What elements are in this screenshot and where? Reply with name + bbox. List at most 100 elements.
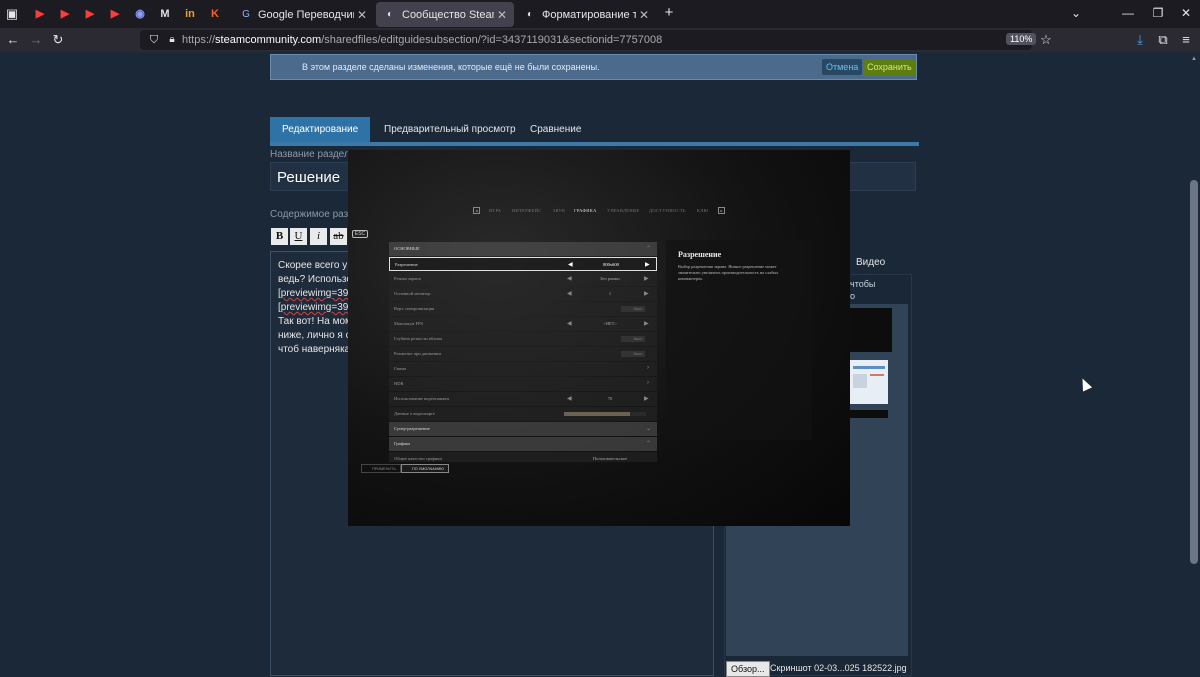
next-key-icon: ▸ — [718, 207, 725, 214]
italic-button[interactable]: i — [310, 228, 327, 245]
tab-compare[interactable]: Сравнение — [518, 118, 594, 142]
settings-row-label: Использование видеопамяти — [394, 396, 449, 401]
lock-icon[interactable]: 🔒︎ — [164, 32, 180, 48]
scroll-up-icon[interactable]: ▲ — [1191, 56, 1197, 62]
settings-row: Использование видеопамяти ◀ 70 ▶ — [389, 392, 657, 406]
bold-button[interactable]: B — [271, 228, 288, 245]
firefox-view-icon[interactable]: ▣ — [4, 6, 20, 22]
image-thumbnail[interactable] — [850, 410, 888, 418]
browse-button[interactable]: Обзор... — [726, 661, 770, 677]
new-tab-button[interactable]: + — [661, 4, 677, 21]
editor-line: ведь? Использо — [278, 274, 352, 285]
tab-text-formatting[interactable]: ◐ Форматирование текста ✕ — [516, 2, 656, 27]
underline-button[interactable]: U — [290, 228, 307, 245]
shield-icon[interactable]: ⛉ — [146, 32, 162, 48]
zoom-level-badge[interactable]: 110% — [1006, 33, 1037, 45]
browser-chrome: ▣ ▶ ▶ ▶ ▶ ◉ M in K G Google Переводчик ✕… — [0, 0, 1200, 52]
tab-label: Google Переводчик — [258, 8, 354, 21]
game-menu-tab: ИНТЕРФЕЙС — [512, 208, 542, 213]
lightbox-close-button[interactable]: ESC — [352, 230, 368, 238]
editor-line: [previewimg=398 — [278, 302, 354, 313]
settings-row-label: Разрешение — [395, 262, 418, 267]
tab-list-chevron-icon[interactable]: ⌄ — [1068, 6, 1084, 20]
arrow-right-icon: ▶ — [644, 276, 649, 282]
game-menu-tab: КЛЮ — [697, 208, 709, 213]
arrow-left-icon: ◀ — [567, 291, 572, 297]
menu-icon[interactable]: ≡ — [1178, 32, 1194, 48]
extensions-icon[interactable]: ⧉ — [1155, 32, 1171, 48]
content-label: Содержимое разд — [270, 209, 354, 220]
settings-row: Супер-разрешение ⌄ — [389, 422, 657, 436]
close-icon[interactable]: ✕ — [354, 8, 370, 22]
pinned-tab-youtube[interactable]: ▶ — [107, 6, 123, 22]
setting-description-text: Выбор разрешения экрана. Низкое разрешен… — [678, 264, 779, 281]
steam-page: В этом разделе сделаны изменения, которы… — [0, 52, 1188, 677]
back-arrow-icon[interactable]: ← — [5, 32, 21, 48]
settings-row-label: Основной монитор — [394, 291, 431, 296]
settings-row-value: <НЕТ> — [603, 321, 617, 326]
settings-row: Разрешение ◀ 800x600 ▶ — [389, 257, 657, 271]
page-scrollbar[interactable]: ▲ — [1188, 52, 1200, 676]
arrow-right-icon: ▶ — [645, 262, 650, 268]
bookmark-star-icon[interactable]: ☆ — [1038, 32, 1054, 48]
strikethrough-button[interactable]: ab — [330, 228, 347, 245]
chevron-up-icon: ⌃ — [646, 441, 652, 447]
settings-toggle: Выкл. — [621, 351, 645, 357]
editor-text: [previewimg=398 — [278, 288, 354, 299]
setting-description-panel: Разрешение Выбор разрешения экрана. Низк… — [666, 240, 812, 440]
image-preview-lightbox[interactable]: ◂ ИГРА ИНТЕРФЕЙС ЗВУК ГРАФИКА УПРАВЛЕНИЕ… — [348, 150, 850, 526]
editor-line: ниже, лично я с — [278, 330, 351, 341]
url-path: /sharedfiles/editguidesubsection/?id=343… — [321, 34, 663, 46]
settings-row-label: Верт. синхронизация — [394, 306, 435, 311]
tab-video[interactable]: Видео — [850, 252, 892, 274]
pinned-tab-linkedin[interactable]: in — [182, 6, 198, 22]
settings-row: Основной монитор ◀ 1 ▶ — [389, 287, 657, 301]
arrow-left-icon: ◀ — [567, 321, 572, 327]
tab-bar: ▣ ▶ ▶ ▶ ▶ ◉ M in K G Google Переводчик ✕… — [0, 0, 1200, 28]
url-host: steamcommunity.com — [215, 34, 322, 46]
side-panel-text: о — [850, 291, 856, 301]
forward-arrow-icon[interactable]: → — [28, 32, 44, 48]
settings-row-label: Общее качество графики — [394, 456, 442, 461]
tab-steam-community[interactable]: ◐ Сообщество Steam :: Редактир ✕ — [376, 2, 514, 27]
minimize-button[interactable]: — — [1120, 6, 1136, 20]
tab-edit[interactable]: Редактирование — [270, 117, 371, 143]
tab-preview[interactable]: Предварительный просмотр — [372, 118, 528, 142]
settings-row-value: 1 — [608, 291, 612, 296]
settings-row: Данные о видеокарте — [389, 407, 657, 421]
url-bar[interactable]: ⛉ 🔒︎ https://steamcommunity.com/sharedfi… — [140, 30, 1052, 50]
image-thumbnail[interactable] — [850, 308, 892, 352]
restore-button[interactable]: ❐ — [1150, 6, 1166, 20]
settings-row-label: Размытие при движении — [394, 351, 441, 356]
chevron-down-icon: ⌄ — [646, 426, 652, 432]
settings-toggle: Выкл. — [621, 306, 645, 312]
cancel-button[interactable]: Отмена — [822, 59, 863, 75]
pinned-tab-app[interactable]: K — [207, 6, 223, 22]
pinned-tab-youtube[interactable]: ▶ — [32, 6, 48, 22]
thumbnail-detail — [853, 374, 867, 388]
settings-row: ОСНОВНЫЕ ⌃ — [389, 242, 657, 256]
image-thumbnail[interactable] — [850, 360, 888, 404]
close-window-button[interactable]: ✕ — [1178, 6, 1194, 20]
selected-file-name: Скриншот 02-03...025 182522.jpg — [770, 663, 907, 673]
arrow-left-icon: ◀ — [567, 276, 572, 282]
scroll-thumb[interactable] — [1190, 180, 1198, 564]
close-icon[interactable]: ✕ — [636, 8, 652, 22]
prev-key-icon: ◂ — [473, 207, 480, 214]
pinned-tab-youtube[interactable]: ▶ — [57, 6, 73, 22]
tab-google-translate[interactable]: G Google Переводчик ✕ — [232, 2, 374, 27]
settings-row-value: Без рамки — [600, 276, 620, 281]
settings-slider-fill — [564, 412, 630, 416]
pinned-tab-discord[interactable]: ◉ — [132, 6, 148, 22]
thumbnail-detail — [853, 366, 885, 369]
downloads-icon[interactable]: ⤓ — [1132, 32, 1148, 48]
arrow-right-icon: ▶ — [644, 396, 649, 402]
pinned-tab-youtube[interactable]: ▶ — [82, 6, 98, 22]
close-icon[interactable]: ✕ — [494, 8, 510, 22]
save-button[interactable]: Сохранить — [863, 59, 916, 75]
reload-icon[interactable]: ↻ — [50, 32, 66, 48]
editor-line: Так вот! На мом — [278, 316, 352, 327]
game-settings-list: ОСНОВНЫЕ ⌃ Разрешение ◀ 800x600 ▶ Режим экра… — [389, 240, 657, 462]
pinned-tab-gmail[interactable]: M — [157, 6, 173, 22]
url-text: https://steamcommunity.com/sharedfiles/e… — [182, 34, 662, 46]
